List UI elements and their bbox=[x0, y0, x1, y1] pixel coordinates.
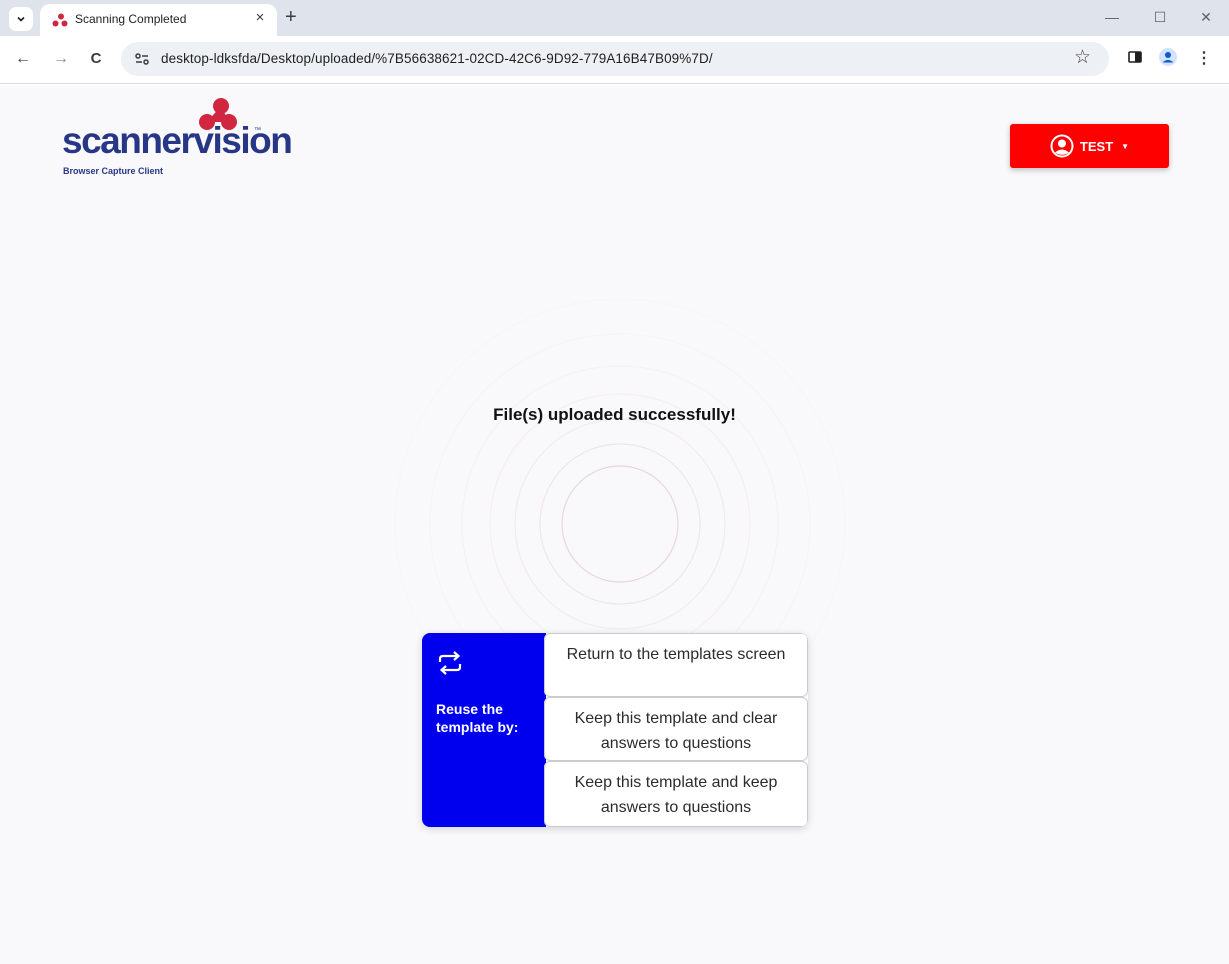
address-bar[interactable]: desktop-ldksfda/Desktop/uploaded/%7B5663… bbox=[121, 42, 1109, 76]
tab-strip: Scanning Completed × + — ☐ ✕ bbox=[0, 0, 1229, 36]
reuse-options: Return to the templates screen Keep this… bbox=[544, 633, 808, 827]
caret-down-icon: ▼ bbox=[1121, 141, 1130, 151]
reuse-header-panel: Reuse the template by: bbox=[422, 633, 546, 827]
site-info-icon[interactable] bbox=[133, 50, 151, 68]
star-icon[interactable]: ☆ bbox=[1074, 46, 1091, 69]
browser-toolbar: ← → C desktop-ldksfda/Desktop/uploaded/%… bbox=[0, 36, 1229, 84]
back-icon[interactable]: ← bbox=[13, 49, 33, 69]
minimize-button[interactable]: — bbox=[1097, 6, 1127, 28]
tab-search-button[interactable] bbox=[9, 7, 33, 31]
plus-icon[interactable]: + bbox=[285, 5, 297, 29]
tab-title: Scanning Completed bbox=[75, 12, 187, 26]
chevron-down-icon bbox=[17, 16, 25, 22]
reuse-template-card: Reuse the template by: Return to the tem… bbox=[422, 633, 808, 827]
url-text[interactable]: desktop-ldksfda/Desktop/uploaded/%7B5663… bbox=[161, 51, 713, 66]
maximize-button[interactable]: ☐ bbox=[1145, 6, 1175, 28]
keep-template-clear-answers-button[interactable]: Keep this template and clear answers to … bbox=[544, 697, 808, 761]
close-icon[interactable]: × bbox=[252, 10, 268, 26]
reuse-title: Reuse the template by: bbox=[436, 701, 519, 735]
forward-icon[interactable]: → bbox=[51, 49, 71, 69]
keep-template-keep-answers-button[interactable]: Keep this template and keep answers to q… bbox=[544, 761, 808, 827]
user-menu-button[interactable]: TEST ▼ bbox=[1010, 124, 1169, 168]
favicon-icon bbox=[52, 13, 68, 27]
menu-icon[interactable]: ⋮ bbox=[1194, 49, 1214, 69]
profile-icon[interactable] bbox=[1159, 48, 1177, 66]
logo-trademark: ™ bbox=[254, 127, 261, 134]
reload-icon[interactable]: C bbox=[86, 49, 106, 69]
repeat-icon bbox=[438, 651, 462, 675]
success-message: File(s) uploaded successfully! bbox=[493, 405, 736, 424]
scannervision-logo: scannervision ™ Browser Capture Client bbox=[62, 97, 293, 177]
active-tab[interactable]: Scanning Completed × bbox=[40, 4, 277, 36]
user-circle-icon bbox=[1050, 134, 1074, 158]
side-panel-icon[interactable] bbox=[1127, 49, 1143, 65]
user-label: TEST bbox=[1079, 138, 1114, 154]
return-to-templates-button[interactable]: Return to the templates screen bbox=[544, 633, 808, 697]
page-content: scannervision ™ Browser Capture Client T… bbox=[0, 85, 1229, 964]
window-close-button[interactable]: ✕ bbox=[1191, 6, 1221, 28]
logo-subtitle: Browser Capture Client bbox=[63, 166, 164, 176]
